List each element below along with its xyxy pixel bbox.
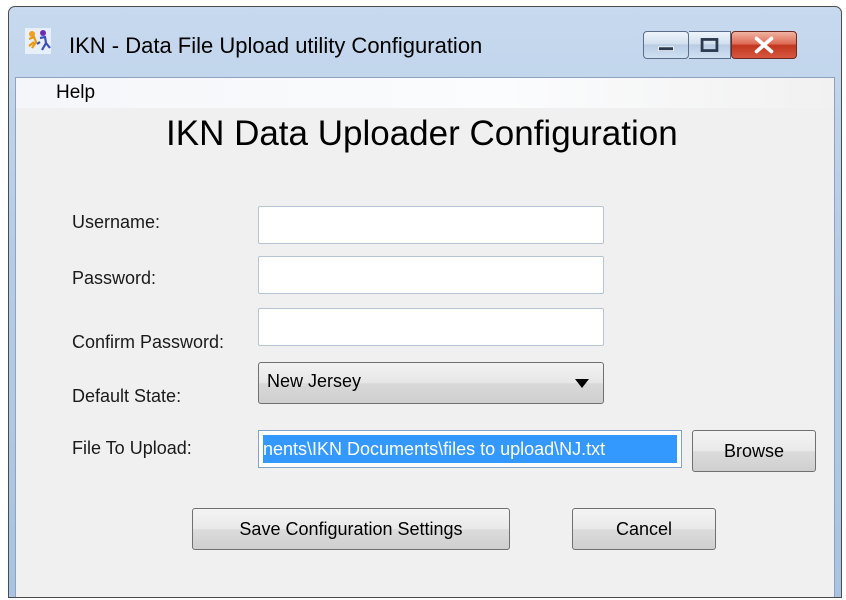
- confirm-password-field[interactable]: [258, 308, 604, 346]
- runner-app-icon: [25, 28, 51, 54]
- page-title: IKN Data Uploader Configuration: [166, 114, 678, 153]
- default-state-value: New Jersey: [267, 371, 362, 391]
- default-state-label: Default State:: [72, 386, 182, 406]
- username-field[interactable]: [258, 206, 604, 244]
- username-label: Username:: [72, 212, 161, 232]
- password-field[interactable]: [258, 256, 604, 294]
- dialog-client-area: Help IKN Data Uploader Configuration Use…: [15, 77, 835, 597]
- save-configuration-button[interactable]: Save Configuration Settings: [192, 508, 510, 550]
- file-path-input[interactable]: nents\IKN Documents\files to upload\NJ.t…: [258, 430, 682, 468]
- maximize-button[interactable]: [689, 31, 731, 59]
- maximize-icon: [700, 38, 719, 52]
- minimize-button[interactable]: [643, 31, 689, 59]
- menu-bar: Help: [16, 78, 834, 108]
- browse-button[interactable]: Browse: [692, 430, 816, 472]
- password-label: Password:: [72, 268, 157, 288]
- window-title: IKN - Data File Upload utility Configura…: [69, 33, 483, 58]
- close-icon: [754, 36, 774, 54]
- close-button[interactable]: [731, 31, 797, 59]
- confirm-password-label: Confirm Password:: [72, 332, 225, 352]
- minimize-icon: [658, 46, 674, 51]
- default-state-dropdown[interactable]: New Jersey: [258, 362, 604, 404]
- file-path-selected-text: nents\IKN Documents\files to upload\NJ.t…: [263, 435, 677, 463]
- title-bar[interactable]: IKN - Data File Upload utility Configura…: [9, 7, 841, 83]
- menu-help[interactable]: Help: [56, 82, 95, 104]
- chevron-down-icon: [575, 379, 589, 388]
- app-window: IKN - Data File Upload utility Configura…: [8, 6, 842, 598]
- file-to-upload-label: File To Upload:: [72, 438, 192, 458]
- cancel-button[interactable]: Cancel: [572, 508, 716, 550]
